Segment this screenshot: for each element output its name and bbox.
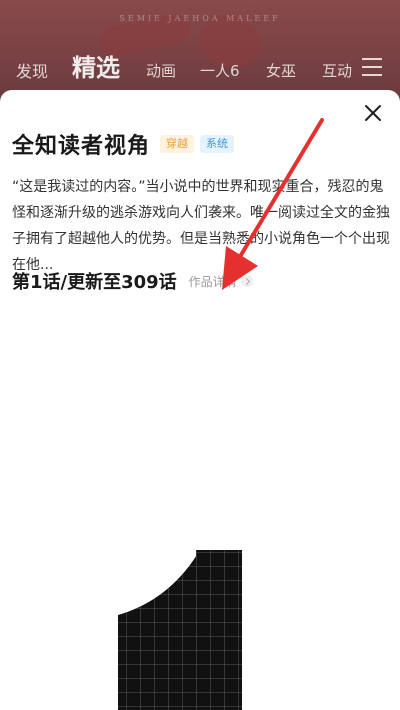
- chapter-row: 第1话/更新至309话 作品详情: [12, 268, 253, 294]
- work-details-link[interactable]: 作品详情: [189, 273, 253, 290]
- tab-yiren6[interactable]: 一人6: [200, 60, 240, 81]
- hamburger-menu-icon[interactable]: [362, 58, 382, 76]
- work-details-label: 作品详情: [188, 274, 237, 289]
- tab-discover[interactable]: 发现: [16, 58, 48, 82]
- background-header: SEMIE JAEHOA MALEEF 发现 精选 动画 一人6 女巫 互动: [0, 0, 400, 100]
- cover-art: [118, 550, 242, 710]
- chapter-progress: 第1话/更新至309话: [12, 272, 177, 293]
- tab-interactive[interactable]: 互动: [322, 60, 352, 81]
- tab-featured[interactable]: 精选: [72, 48, 120, 83]
- banner-text: SEMIE JAEHOA MALEEF: [119, 14, 281, 23]
- genre-tag[interactable]: 系统: [200, 135, 235, 153]
- close-icon: [365, 105, 381, 121]
- title-row: 全知读者视角 穿越 系统: [12, 128, 235, 160]
- chevron-right-icon: [240, 275, 253, 287]
- tab-animation[interactable]: 动画: [146, 60, 176, 81]
- comic-description: “这是我读过的内容。”当小说中的世界和现实重合，残忍的鬼怪和逐渐升级的逃杀游戏向…: [12, 179, 390, 273]
- comic-title: 全知读者视角: [12, 134, 151, 159]
- genre-tag[interactable]: 穿越: [160, 135, 195, 153]
- comic-detail-sheet: 全知读者视角 穿越 系统 “这是我读过的内容。”当小说中的世界和现实重合，残忍的…: [0, 90, 400, 710]
- close-button[interactable]: [362, 102, 384, 124]
- tab-witch[interactable]: 女巫: [266, 60, 296, 81]
